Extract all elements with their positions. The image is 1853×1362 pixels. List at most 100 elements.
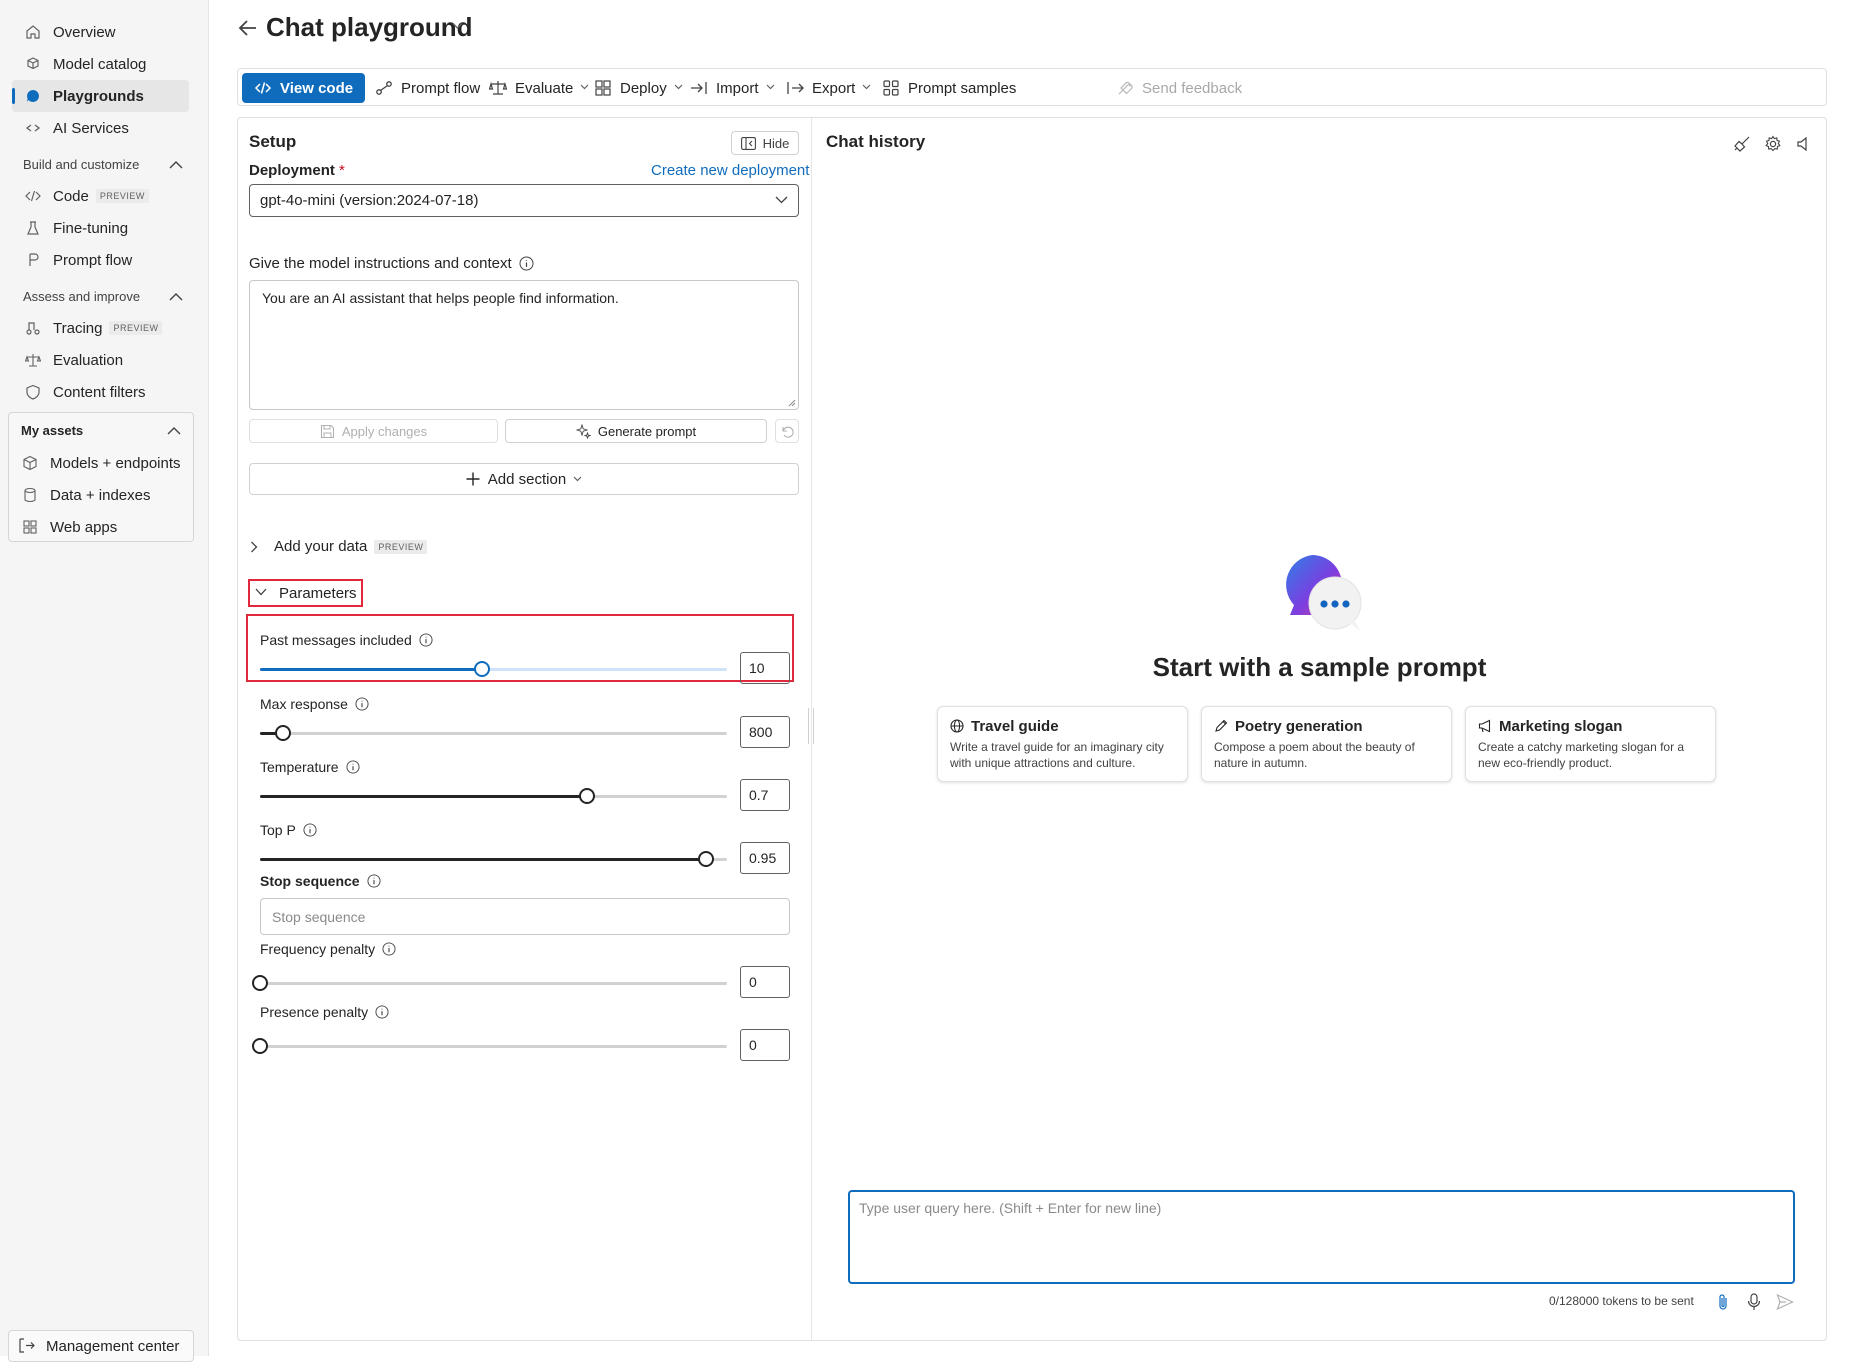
info-icon[interactable]: [355, 696, 370, 712]
slider-fill: [260, 795, 587, 798]
presence-penalty-slider[interactable]: [252, 1038, 727, 1054]
sidebar-item-tracing[interactable]: Tracing PREVIEW: [12, 312, 189, 344]
prompt-samples-button[interactable]: Prompt samples: [876, 73, 1022, 103]
presence-penalty-input[interactable]: 0: [740, 1029, 790, 1061]
hide-button[interactable]: Hide: [731, 131, 799, 155]
resize-grip-icon[interactable]: [788, 399, 796, 407]
sidebar-item-overview[interactable]: Overview: [12, 16, 189, 48]
send-feedback-label: Send feedback: [1142, 79, 1243, 97]
add-your-data-toggle[interactable]: Add your data PREVIEW: [250, 538, 428, 555]
top-p-slider[interactable]: [260, 851, 727, 867]
sidebar-item-code[interactable]: Code PREVIEW: [12, 180, 189, 212]
frequency-penalty-slider[interactable]: [252, 975, 727, 991]
past-messages-slider[interactable]: [260, 661, 727, 677]
prompt-flow-button[interactable]: Prompt flow: [369, 73, 486, 103]
undo-button[interactable]: [775, 419, 799, 443]
temperature-slider[interactable]: [260, 788, 727, 804]
add-your-data-label: Add your data: [274, 538, 368, 555]
stop-sequence-input[interactable]: Stop sequence: [260, 898, 790, 935]
temperature-input[interactable]: 0.7: [740, 779, 790, 811]
slider-fill: [260, 668, 482, 671]
generate-prompt-label: Generate prompt: [597, 423, 697, 439]
past-messages-label: Past messages included: [260, 632, 434, 648]
token-count: 0/128000 tokens to be sent: [1549, 1294, 1694, 1308]
top-p-input[interactable]: 0.95: [740, 842, 790, 874]
max-response-slider[interactable]: [260, 725, 727, 741]
slider-thumb[interactable]: [252, 975, 268, 991]
send-icon[interactable]: [1776, 1293, 1794, 1311]
create-new-deployment-link[interactable]: Create new deployment: [651, 162, 809, 179]
slider-thumb[interactable]: [252, 1038, 268, 1054]
deploy-button[interactable]: Deploy: [588, 73, 689, 103]
generate-prompt-button[interactable]: Generate prompt: [505, 419, 767, 443]
slider-thumb[interactable]: [698, 851, 714, 867]
import-icon: [690, 79, 708, 97]
past-messages-input[interactable]: 10: [740, 652, 790, 684]
system-message-textarea[interactable]: You are an AI assistant that helps peopl…: [249, 280, 799, 410]
highlight-box: [246, 614, 794, 682]
info-icon[interactable]: [419, 632, 434, 648]
past-messages-label-text: Past messages included: [260, 632, 412, 648]
add-section-button[interactable]: Add section: [249, 463, 799, 495]
evaluate-button[interactable]: Evaluate: [483, 73, 595, 103]
cube-grid-icon: [594, 79, 612, 97]
slider-thumb[interactable]: [579, 788, 595, 804]
resize-handle[interactable]: [808, 708, 814, 744]
info-icon[interactable]: [382, 941, 397, 957]
sample-card-travel-guide[interactable]: Travel guide Write a travel guide for an…: [937, 706, 1188, 782]
flow-icon: [375, 79, 393, 97]
apply-changes-label: Apply changes: [341, 423, 428, 439]
speaker-icon[interactable]: [1795, 135, 1814, 154]
sidebar-item-playgrounds[interactable]: Playgrounds: [12, 80, 189, 112]
back-arrow-icon[interactable]: [238, 16, 260, 42]
send-feedback-button[interactable]: Send feedback: [1110, 73, 1248, 103]
slider-thumb[interactable]: [275, 725, 291, 741]
info-icon[interactable]: [367, 873, 382, 889]
instructions-label: Give the model instructions and context: [249, 255, 534, 272]
apply-changes-button[interactable]: Apply changes: [249, 419, 498, 443]
sample-card-marketing-slogan[interactable]: Marketing slogan Create a catchy marketi…: [1465, 706, 1716, 782]
preview-badge: PREVIEW: [374, 539, 428, 554]
sidebar-item-label: Evaluation: [53, 351, 124, 369]
section-label: Build and customize: [23, 156, 140, 172]
chevron-down-icon: [255, 588, 267, 598]
view-code-button[interactable]: View code: [242, 73, 366, 103]
section-my-assets[interactable]: My assets: [21, 418, 181, 442]
sidebar-item-fine-tuning[interactable]: Fine-tuning: [12, 212, 189, 244]
section-build-and-customize[interactable]: Build and customize: [23, 152, 183, 176]
info-icon[interactable]: [375, 1004, 390, 1020]
sidebar-item-content-filters[interactable]: Content filters: [12, 376, 189, 408]
chevron-down-icon[interactable]: [452, 22, 464, 34]
management-center-button[interactable]: Management center: [8, 1330, 194, 1362]
microphone-icon[interactable]: [1747, 1293, 1764, 1311]
deployment-select[interactable]: gpt-4o-mini (version:2024-07-18): [249, 184, 799, 217]
import-button[interactable]: Import: [684, 73, 781, 103]
info-icon[interactable]: [519, 256, 534, 271]
sidebar-item-web-apps[interactable]: Web apps: [9, 511, 193, 543]
user-query-input[interactable]: Type user query here. (Shift + Enter for…: [848, 1190, 1795, 1284]
sidebar-item-evaluation[interactable]: Evaluation: [12, 344, 189, 376]
sidebar-item-data-indexes[interactable]: Data + indexes: [9, 479, 193, 511]
info-icon[interactable]: [303, 822, 318, 838]
sidebar-item-model-catalog[interactable]: Model catalog: [12, 48, 189, 80]
info-icon[interactable]: [346, 759, 361, 775]
sidebar-item-ai-services[interactable]: AI Services: [12, 112, 189, 144]
parameters-toggle[interactable]: Parameters: [248, 579, 363, 607]
max-response-input[interactable]: 800: [740, 716, 790, 748]
scale-icon: [24, 351, 42, 369]
attach-icon[interactable]: [1716, 1293, 1733, 1311]
sidebar-item-prompt-flow[interactable]: Prompt flow: [12, 244, 189, 276]
section-assess-and-improve[interactable]: Assess and improve: [23, 284, 183, 308]
sidebar-item-models-endpoints[interactable]: Models + endpoints: [9, 447, 193, 479]
stop-sequence-label-text: Stop sequence: [260, 873, 360, 889]
sample-card-poetry-generation[interactable]: Poetry generation Compose a poem about t…: [1201, 706, 1452, 782]
feedback-icon: [1116, 79, 1134, 97]
slider-thumb[interactable]: [474, 661, 490, 677]
code-icon: [24, 187, 42, 205]
card-title-text: Poetry generation: [1235, 718, 1363, 735]
export-button[interactable]: Export: [780, 73, 877, 103]
clear-chat-icon[interactable]: [1733, 135, 1752, 154]
frequency-penalty-input[interactable]: 0: [740, 966, 790, 998]
gear-icon[interactable]: [1764, 135, 1783, 154]
sidebar-item-label: Model catalog: [53, 55, 147, 73]
